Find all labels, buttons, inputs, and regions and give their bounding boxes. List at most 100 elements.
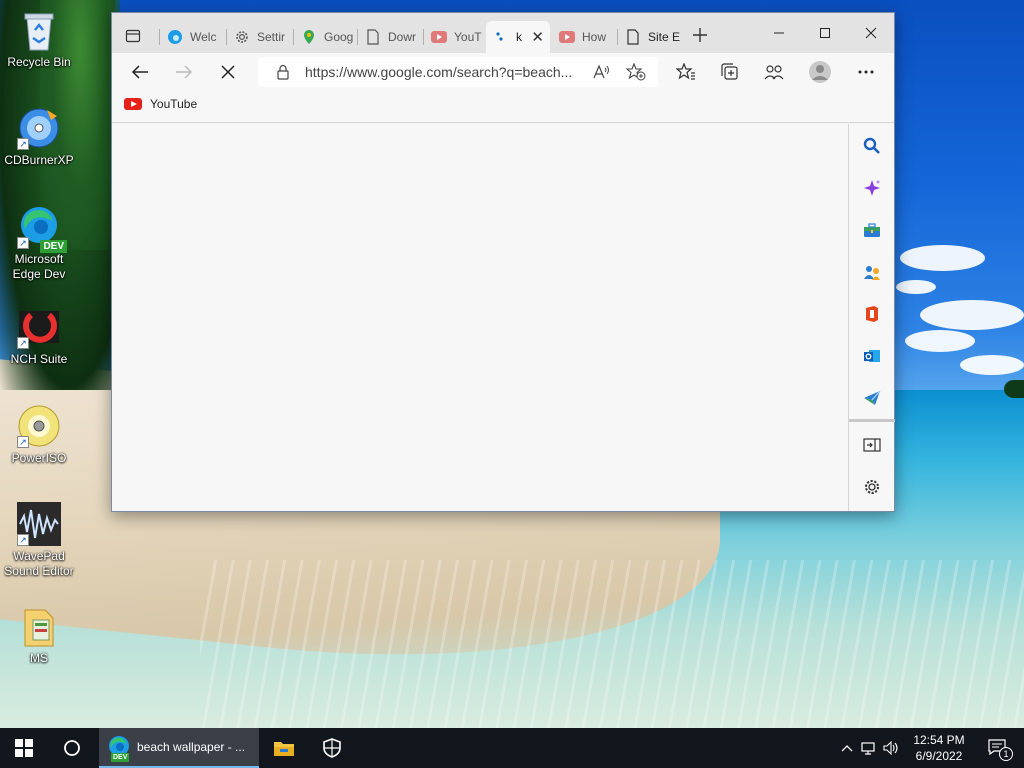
taskbar-windows-security[interactable] — [308, 728, 356, 768]
tab-youtube[interactable]: YouT — [424, 21, 486, 53]
read-aloud-icon — [593, 64, 609, 79]
label-line: Microsoft — [14, 252, 64, 266]
desktop-icon-ms-folder[interactable]: MS — [1, 604, 77, 666]
address-bar[interactable]: https://www.google.com/search?q=beach... — [258, 57, 658, 87]
lock-icon — [276, 64, 290, 83]
nch-suite-icon: ↗ — [17, 305, 61, 349]
volume-button[interactable] — [880, 741, 902, 755]
desktop-icon-label: PowerISO — [11, 451, 67, 465]
collections-button[interactable] — [714, 57, 746, 87]
tab-label: k — [516, 30, 522, 44]
desktop-icon-nch-suite[interactable]: ↗ NCH Suite — [1, 305, 77, 367]
desktop-icon-wavepad[interactable]: ↗ WavePad Sound Editor — [1, 502, 77, 579]
sidebar-outlook-button[interactable] — [857, 341, 887, 371]
taskbar-app-label: beach wallpaper - ... — [137, 740, 246, 754]
settings-more-button[interactable] — [850, 57, 882, 87]
favorites-button[interactable] — [670, 57, 702, 87]
shortcut-arrow-icon: ↗ — [17, 436, 29, 448]
stop-icon — [221, 65, 235, 79]
taskbar-clock[interactable]: 12:54 PM 6/9/2022 — [906, 732, 972, 764]
tab-actions-button[interactable] — [118, 23, 148, 49]
add-favorite-button[interactable] — [625, 62, 646, 84]
extensions-icon — [764, 65, 784, 80]
tab-youtube-how[interactable]: How — [552, 21, 616, 53]
tab-actions-icon — [125, 29, 141, 43]
desktop-icon-label: WavePad Sound Editor — [4, 549, 73, 579]
maximize-button[interactable] — [802, 19, 848, 47]
gear-icon — [865, 480, 879, 494]
tab-active-loading[interactable]: k ✕ — [486, 21, 550, 53]
clock-date: 6/9/2022 — [915, 749, 963, 763]
tab-strip: Welc Settir Goog Dowr YouT k ✕ How Site … — [112, 13, 894, 53]
sidebar-divider — [849, 419, 895, 422]
start-button[interactable] — [0, 728, 48, 768]
sidebar-games-button[interactable] — [857, 257, 887, 287]
sidebar-office-button[interactable] — [857, 299, 887, 329]
network-button[interactable] — [856, 741, 880, 755]
youtube-icon — [558, 28, 576, 46]
desktop-icon-poweriso[interactable]: ↗ PowerISO — [1, 404, 77, 466]
new-tab-button[interactable] — [688, 25, 712, 49]
favorites-bar: YouTube — [112, 91, 894, 123]
close-tab-icon[interactable]: ✕ — [531, 28, 544, 46]
sidebar-drop-button[interactable] — [857, 383, 887, 413]
loading-icon — [492, 28, 510, 46]
minimize-button[interactable] — [756, 19, 802, 47]
tab-label: YouT — [454, 30, 482, 44]
desktop-icon-edge-dev[interactable]: DEV ↗ Microsoft Edge Dev — [1, 205, 77, 282]
desktop-icon-label: NCH Suite — [10, 352, 68, 366]
tab-welcome[interactable]: Welc — [160, 21, 225, 53]
cdburner-icon: ↗ — [17, 106, 61, 150]
cortana-search-button[interactable] — [48, 728, 96, 768]
page-content-area[interactable] — [112, 124, 848, 511]
network-icon — [861, 742, 875, 755]
more-dots-icon — [858, 70, 874, 74]
sidebar-discover-button[interactable] — [857, 173, 887, 203]
extensions-button[interactable] — [758, 57, 790, 87]
wallpaper-cloud — [905, 330, 975, 352]
action-center-button[interactable]: 1 — [980, 728, 1016, 768]
edge-dev-icon: DEV ↗ — [17, 205, 67, 253]
close-window-button[interactable] — [848, 19, 894, 47]
tab-label: Welc — [190, 30, 217, 44]
tab-settings[interactable]: Settir — [227, 21, 292, 53]
profile-button[interactable] — [804, 57, 836, 87]
wallpaper-cloud — [960, 355, 1024, 375]
tab-google-maps[interactable]: Goog — [294, 21, 356, 53]
stop-loading-button[interactable] — [212, 57, 244, 87]
clock-time: 12:54 PM — [913, 733, 965, 747]
forward-arrow-icon — [176, 65, 193, 79]
forward-button[interactable] — [168, 57, 200, 87]
show-hidden-icons-button[interactable] — [838, 744, 856, 752]
taskbar-app-edge-dev[interactable]: DEV beach wallpaper - ... — [99, 728, 259, 768]
sidebar-search-button[interactable] — [857, 131, 887, 161]
back-button[interactable] — [124, 57, 156, 87]
desktop-icon-recycle-bin[interactable]: Recycle Bin — [1, 8, 77, 70]
taskbar-file-explorer[interactable] — [260, 728, 308, 768]
shortcut-arrow-icon: ↗ — [17, 237, 29, 249]
poweriso-icon: ↗ — [17, 404, 61, 448]
back-arrow-icon — [131, 65, 148, 79]
desktop-icon-label: Recycle Bin — [7, 55, 71, 69]
edge-sidebar — [848, 124, 895, 511]
sidebar-settings-button[interactable] — [857, 472, 887, 502]
youtube-icon — [124, 98, 142, 110]
tab-label: Dowr — [388, 30, 417, 44]
sidebar-hide-button[interactable] — [857, 430, 887, 460]
tab-site[interactable]: Site E — [618, 21, 682, 53]
edge-dev-icon: DEV — [107, 735, 131, 762]
desktop-icon-label: Microsoft Edge Dev — [13, 252, 66, 282]
maximize-icon — [820, 28, 830, 38]
tab-downloads[interactable]: Dowr — [358, 21, 422, 53]
chevron-up-icon — [841, 745, 853, 752]
shield-icon — [323, 738, 341, 758]
favorite-youtube[interactable]: YouTube — [124, 97, 197, 111]
sidebar-tools-button[interactable] — [857, 215, 887, 245]
label-line: Sound Editor — [4, 564, 74, 578]
desktop-icon-cdburnerxp[interactable]: ↗ CDBurnerXP — [1, 106, 77, 168]
url-text: https://www.google.com/search?q=beach... — [305, 64, 573, 80]
recycle-bin-icon — [17, 8, 61, 52]
gear-icon — [233, 28, 251, 46]
tab-label: How — [582, 30, 607, 44]
read-aloud-button[interactable] — [592, 63, 610, 84]
